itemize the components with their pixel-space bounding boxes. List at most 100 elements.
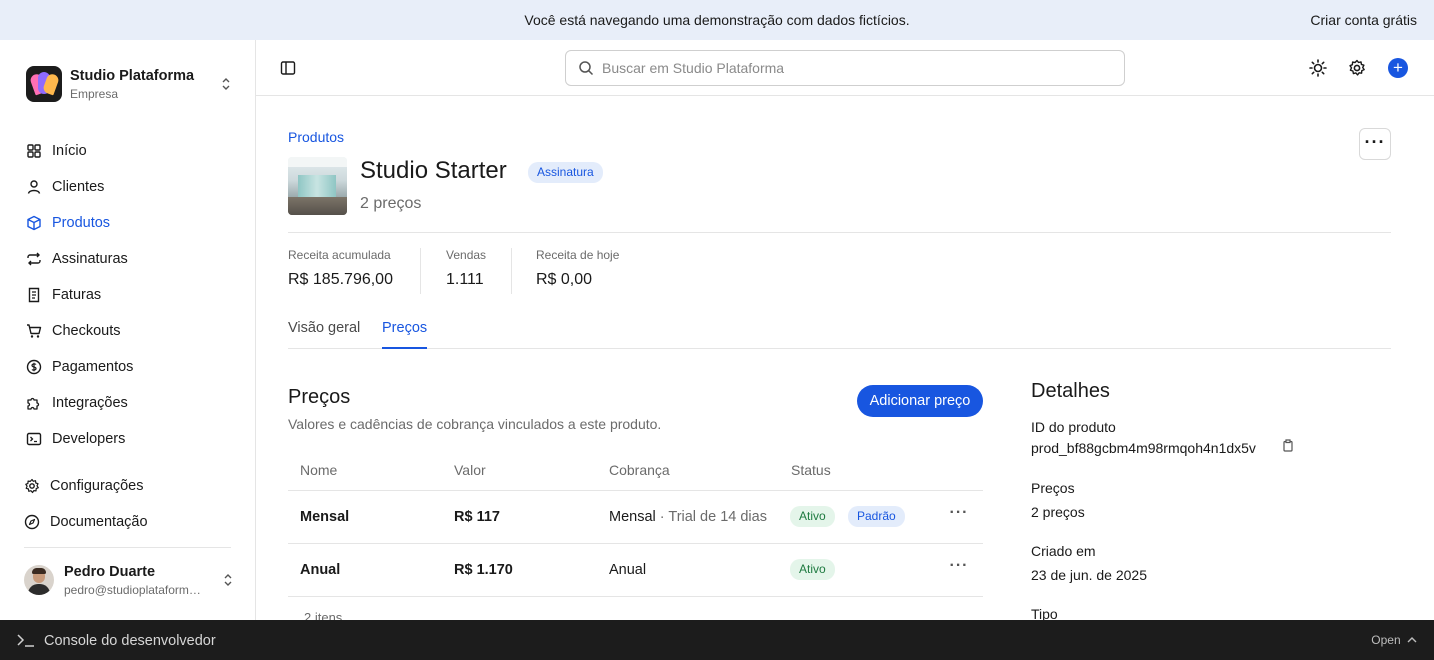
copy-icon[interactable]	[1281, 438, 1295, 452]
repeat-icon	[27, 252, 41, 266]
org-logo	[26, 66, 62, 102]
tab-overview[interactable]: Visão geral	[288, 320, 360, 349]
main-content: Produtos ··· Studio Starter Assinatura 2…	[288, 96, 1391, 625]
top-bar: +	[256, 40, 1434, 96]
settings-gear-icon[interactable]	[1347, 58, 1367, 78]
sidebar-item-documentacao[interactable]: Documentação	[24, 510, 234, 534]
price-value: R$ 117	[454, 509, 500, 525]
product-more-button[interactable]: ···	[1359, 128, 1391, 160]
sidebar-item-label: Documentação	[50, 514, 148, 530]
stat-label: Receita de hoje	[536, 248, 620, 262]
dollar-circle-icon	[26, 359, 42, 375]
create-new-button[interactable]: +	[1388, 58, 1408, 78]
chevron-up-down-icon	[224, 574, 232, 586]
stat-separator	[420, 248, 421, 294]
chevron-up-down-icon	[222, 78, 230, 90]
console-open-toggle[interactable]: Open	[1371, 633, 1417, 647]
search-bar[interactable]	[565, 50, 1125, 86]
sidebar-item-label: Assinaturas	[52, 251, 128, 267]
terminal-icon	[26, 432, 42, 446]
status-badge: Ativo	[790, 506, 835, 527]
column-header-billing[interactable]: Cobrança	[609, 462, 670, 478]
terminal-prompt-icon	[17, 634, 34, 647]
sidebar-item-configuracoes[interactable]: Configurações	[24, 474, 234, 498]
developer-console-label[interactable]: Console do desenvolvedor	[44, 633, 216, 649]
breadcrumb[interactable]: Produtos	[288, 129, 344, 145]
sidebar-item-checkouts[interactable]: Checkouts	[26, 319, 236, 343]
page-title: Studio Starter	[360, 157, 507, 184]
sidebar-item-label: Pagamentos	[52, 359, 134, 375]
sidebar-item-label: Integrações	[52, 395, 128, 411]
sidebar-item-label: Início	[52, 143, 87, 159]
search-input[interactable]	[602, 60, 1102, 76]
status-badge: Ativo	[790, 559, 835, 580]
details-prices-value: 2 preços	[1031, 504, 1085, 520]
avatar	[24, 565, 54, 595]
console-open-label: Open	[1371, 633, 1401, 647]
create-account-link[interactable]: Criar conta grátis	[1310, 12, 1417, 28]
sidebar-item-faturas[interactable]: Faturas	[26, 283, 236, 307]
user-icon	[27, 180, 41, 194]
compass-icon	[24, 514, 40, 530]
add-price-button[interactable]: Adicionar preço	[857, 385, 983, 417]
sidebar-toggle-icon[interactable]	[280, 60, 296, 76]
stat-value: R$ 0,00	[536, 271, 593, 288]
details-panel: Detalhes ID do produto prod_bf88gcbm4m98…	[1031, 380, 1391, 622]
receipt-icon	[28, 287, 40, 303]
product-price-count: 2 preços	[360, 195, 422, 212]
grid-icon	[27, 144, 41, 158]
user-name: Pedro Duarte	[64, 563, 156, 580]
details-created-value: 23 de jun. de 2025	[1031, 567, 1147, 583]
search-icon	[579, 61, 594, 76]
sidebar-divider	[24, 547, 231, 548]
sidebar-item-produtos[interactable]: Produtos	[26, 211, 236, 235]
sidebar-item-developers[interactable]: Developers	[26, 427, 236, 451]
sun-icon[interactable]	[1308, 58, 1328, 78]
stat-separator	[511, 248, 512, 294]
user-menu[interactable]: Pedro Duarte pedro@studioplataforma.com	[24, 562, 234, 598]
developer-console-bar[interactable]: Console do desenvolvedor Open	[0, 620, 1434, 660]
price-value: R$ 1.170	[454, 562, 513, 578]
org-name: Studio Plataforma	[70, 67, 195, 84]
column-header-status[interactable]: Status	[791, 462, 831, 478]
divider	[288, 232, 1391, 233]
sidebar-item-pagamentos[interactable]: Pagamentos	[26, 355, 236, 379]
sidebar-item-integracoes[interactable]: Integrações	[26, 391, 236, 415]
sidebar-item-assinaturas[interactable]: Assinaturas	[26, 247, 236, 271]
stat-value: 1.111	[446, 271, 484, 288]
puzzle-icon	[27, 397, 40, 410]
prices-section-title: Preços	[288, 386, 351, 408]
cube-icon	[27, 215, 41, 231]
billing-cadence: Anual	[609, 562, 647, 578]
table-row[interactable]: Anual R$ 1.170 Anual Ativo ···	[288, 544, 983, 597]
org-type: Empresa	[70, 86, 119, 101]
tab-prices[interactable]: Preços	[382, 320, 428, 349]
chevron-up-icon	[1407, 637, 1417, 643]
sidebar-item-label: Clientes	[52, 179, 105, 195]
column-header-name[interactable]: Nome	[300, 462, 337, 478]
stat-sales: Vendas 1.111	[446, 248, 486, 289]
row-more-button[interactable]: ···	[948, 557, 970, 579]
user-email: pedro@studioplataforma.com	[64, 582, 204, 597]
product-tabs: Visão geral Preços	[288, 318, 1391, 349]
sidebar-item-label: Developers	[52, 431, 126, 447]
price-billing: Anual	[609, 562, 646, 578]
sidebar-item-label: Checkouts	[52, 323, 121, 339]
sidebar-item-inicio[interactable]: Início	[26, 139, 236, 163]
details-prices-label: Preços	[1031, 480, 1075, 496]
default-badge: Padrão	[848, 506, 905, 527]
demo-banner: Você está navegando uma demonstração com…	[0, 0, 1434, 40]
org-switcher[interactable]: Studio Plataforma Empresa	[26, 66, 232, 102]
table-row[interactable]: Mensal R$ 117 Mensal · Trial de 14 dias …	[288, 491, 983, 544]
stat-revenue-total: Receita acumulada R$ 185.796,00	[288, 248, 393, 289]
stat-label: Vendas	[446, 248, 487, 262]
demo-banner-message: Você está navegando uma demonstração com…	[524, 12, 910, 28]
column-header-value[interactable]: Valor	[454, 462, 486, 478]
price-billing: Mensal · Trial de 14 dias	[609, 509, 767, 525]
row-more-button[interactable]: ···	[948, 504, 970, 526]
stat-value: R$ 185.796,00	[288, 271, 393, 288]
price-name: Anual	[300, 562, 341, 578]
details-id-value: prod_bf88gcbm4m98rmqoh4n1dx5v	[1031, 440, 1256, 456]
sidebar-item-clientes[interactable]: Clientes	[26, 175, 236, 199]
product-thumbnail	[288, 157, 347, 215]
